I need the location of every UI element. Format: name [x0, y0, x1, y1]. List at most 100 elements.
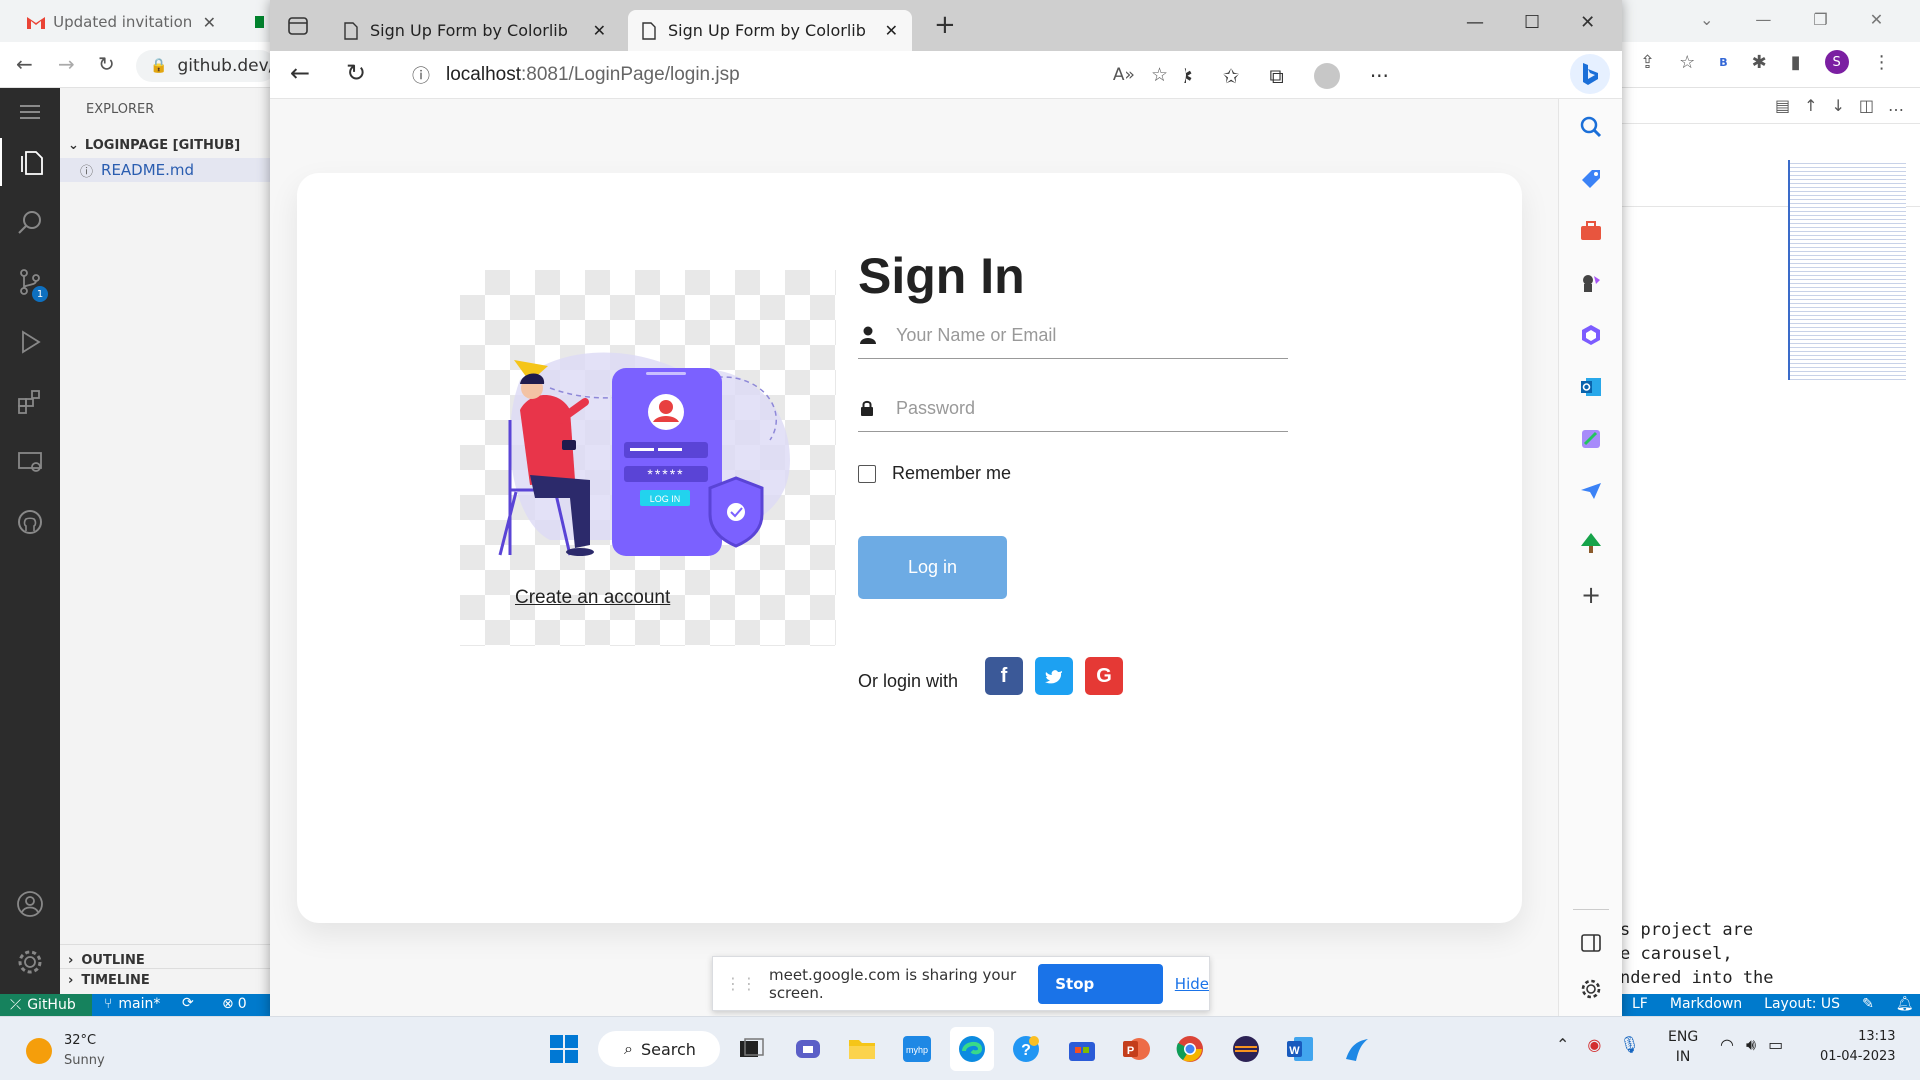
drag-handle-icon[interactable]: ⋮⋮: [725, 974, 757, 993]
google-login-button[interactable]: G: [1085, 657, 1123, 695]
menu-icon[interactable]: ⋮: [1873, 52, 1891, 73]
remote-indicator[interactable]: ⤫ GitHub: [0, 994, 92, 1016]
windows-start-icon[interactable]: [542, 1027, 586, 1071]
taskbar-search[interactable]: ⌕ Search: [598, 1031, 720, 1067]
send-icon[interactable]: [1559, 471, 1622, 511]
games-icon[interactable]: [1559, 263, 1622, 303]
search-icon[interactable]: [0, 198, 60, 246]
split-editor-icon[interactable]: ◫: [1859, 96, 1874, 115]
share-icon[interactable]: ⇪: [1640, 52, 1655, 73]
myhp-icon[interactable]: myhp: [895, 1027, 939, 1071]
read-aloud-icon[interactable]: A»: [1113, 65, 1135, 85]
chevron-up-icon[interactable]: ⌃: [1556, 1035, 1569, 1054]
search-icon[interactable]: [1559, 107, 1622, 147]
file-explorer-icon[interactable]: [840, 1027, 884, 1071]
more-icon[interactable]: …: [1888, 96, 1904, 115]
branch-indicator[interactable]: ⑂ main*: [104, 996, 160, 1012]
extensions-icon[interactable]: [0, 378, 60, 426]
eol-indicator[interactable]: LF: [1632, 996, 1648, 1012]
minimize-icon[interactable]: —: [1466, 12, 1484, 33]
tab-signup-2-active[interactable]: Sign Up Form by Colorlib ✕: [628, 10, 912, 51]
sidebar-settings-icon[interactable]: [1559, 969, 1622, 1009]
tree-icon[interactable]: [1559, 523, 1622, 563]
arrow-up-icon[interactable]: ↑: [1804, 96, 1817, 115]
settings-gear-icon[interactable]: [0, 938, 60, 986]
tools-icon[interactable]: [1559, 211, 1622, 251]
bing-icon[interactable]: [1570, 54, 1610, 94]
new-tab-icon[interactable]: +: [934, 10, 956, 40]
chevron-down-icon[interactable]: ⌄: [1700, 10, 1713, 29]
favorites-icon[interactable]: ✩: [1223, 64, 1240, 88]
sidepanel-icon[interactable]: ▮: [1791, 52, 1801, 73]
more-menu-icon[interactable]: ···: [1370, 64, 1389, 88]
site-info-icon[interactable]: ⓘ: [412, 62, 430, 88]
star-icon[interactable]: ☆: [1679, 52, 1695, 73]
teams-chat-icon[interactable]: [786, 1027, 830, 1071]
profile-avatar[interactable]: [1313, 63, 1340, 89]
password-field[interactable]: Password: [858, 383, 1288, 433]
file-item-readme[interactable]: ⓘ README.md: [60, 158, 270, 182]
twitter-login-button[interactable]: [1035, 657, 1073, 695]
feedback-icon[interactable]: ✎: [1862, 996, 1874, 1012]
mysql-workbench-icon[interactable]: [1334, 1027, 1378, 1071]
problems-indicator[interactable]: ⊗ 0: [222, 996, 247, 1012]
shopping-tag-icon[interactable]: [1559, 159, 1622, 199]
name-email-field[interactable]: Your Name or Email: [858, 310, 1288, 360]
puzzle-icon[interactable]: ✱: [1752, 52, 1767, 73]
minimap[interactable]: [1788, 160, 1906, 380]
run-debug-icon[interactable]: [0, 318, 60, 366]
forward-arrow-icon[interactable]: →: [58, 52, 75, 76]
help-icon[interactable]: ?: [1004, 1027, 1048, 1071]
close-icon[interactable]: ✕: [1870, 10, 1883, 29]
outlook-icon[interactable]: [1559, 367, 1622, 407]
extension-b-icon[interactable]: B: [1719, 56, 1727, 69]
weather-widget[interactable]: 32°C Sunny: [26, 1031, 105, 1071]
add-favorite-icon[interactable]: ☆: [1151, 64, 1168, 86]
remember-me-checkbox[interactable]: [858, 464, 876, 483]
github-icon[interactable]: [0, 498, 60, 546]
edge-taskbar-icon[interactable]: [950, 1027, 994, 1071]
designer-icon[interactable]: [1559, 419, 1622, 459]
layout-indicator[interactable]: Layout: US: [1764, 996, 1840, 1012]
background-tab-gmail[interactable]: Updated invitation wi ✕: [16, 6, 226, 38]
reload-icon[interactable]: ↻: [346, 59, 366, 87]
language-indicator[interactable]: ENG IN: [1668, 1027, 1698, 1067]
task-view-icon[interactable]: [730, 1027, 774, 1071]
minimize-icon[interactable]: —: [1755, 10, 1771, 29]
tab-actions-icon[interactable]: [284, 14, 312, 38]
office-icon[interactable]: [1559, 315, 1622, 355]
preview-icon[interactable]: ▤: [1775, 96, 1790, 115]
close-icon[interactable]: ✕: [1580, 12, 1595, 33]
outline-section[interactable]: › OUTLINE: [60, 944, 270, 968]
stop-sharing-button[interactable]: Stop sharing: [1038, 963, 1163, 1033]
address-bar[interactable]: ⓘ localhost :8081/LoginPage/login.jsp A»…: [396, 56, 1186, 94]
arrow-down-icon[interactable]: ↓: [1831, 96, 1844, 115]
files-icon[interactable]: [0, 138, 60, 186]
tab-signup-1[interactable]: Sign Up Form by Colorlib ✕: [330, 10, 620, 51]
facebook-login-button[interactable]: f: [985, 657, 1023, 695]
add-icon[interactable]: +: [1559, 575, 1622, 615]
close-icon[interactable]: ✕: [203, 13, 216, 32]
maximize-icon[interactable]: ☐: [1524, 12, 1540, 33]
recording-icon[interactable]: ◉: [1587, 1035, 1601, 1054]
source-control-icon[interactable]: 1: [0, 258, 60, 306]
create-account-link[interactable]: Create an account: [515, 587, 670, 609]
hide-sidebar-icon[interactable]: [1559, 923, 1622, 963]
powerpoint-icon[interactable]: P: [1114, 1027, 1158, 1071]
remember-me[interactable]: Remember me: [858, 463, 1011, 484]
store-icon[interactable]: [1060, 1027, 1104, 1071]
reload-icon[interactable]: ↻: [98, 52, 115, 76]
background-omnibox[interactable]: 🔒 github.dev/s: [136, 50, 283, 82]
remote-explorer-icon[interactable]: [0, 438, 60, 486]
bell-icon[interactable]: 🔔︎: [1896, 996, 1914, 1012]
close-icon[interactable]: ✕: [885, 21, 898, 40]
eclipse-icon[interactable]: [1224, 1027, 1268, 1071]
login-button[interactable]: Log in: [858, 536, 1007, 599]
language-indicator[interactable]: Markdown: [1670, 996, 1742, 1012]
collections-icon[interactable]: ⧉: [1270, 64, 1284, 88]
close-icon[interactable]: ✕: [593, 21, 606, 40]
repo-section-header[interactable]: ⌄ LOGINPAGE [GITHUB]: [68, 138, 240, 153]
accounts-icon[interactable]: [0, 880, 60, 928]
hamburger-menu-icon[interactable]: [0, 88, 60, 136]
back-arrow-icon[interactable]: ←: [16, 52, 33, 76]
